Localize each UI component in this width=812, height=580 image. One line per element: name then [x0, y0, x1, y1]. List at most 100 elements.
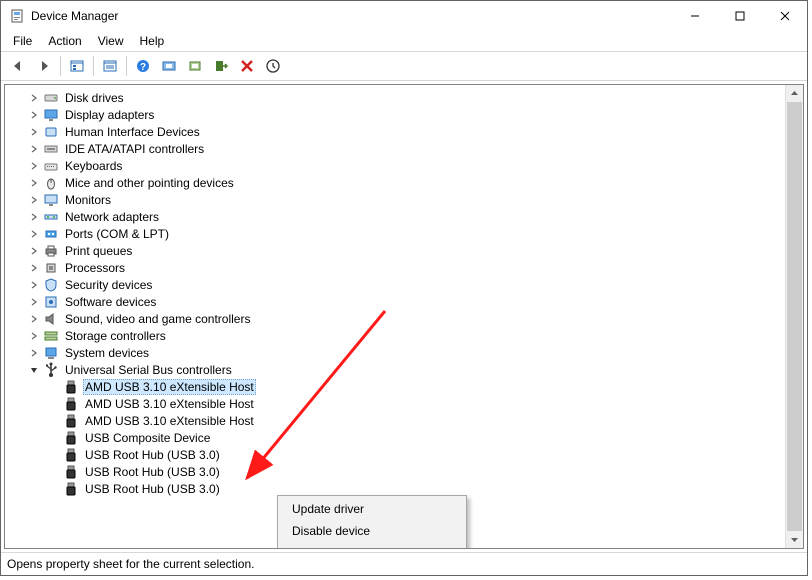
disable-device-button[interactable] [209, 54, 233, 78]
tree-node[interactable]: System devices [5, 344, 785, 361]
menu-action[interactable]: Action [40, 32, 89, 50]
properties-button[interactable] [98, 54, 122, 78]
titlebar: Device Manager [1, 1, 807, 31]
window-buttons [672, 1, 807, 31]
system-icon [43, 345, 59, 361]
update-driver-button[interactable] [183, 54, 207, 78]
expander-icon[interactable] [27, 227, 41, 241]
menu-file[interactable]: File [5, 32, 40, 50]
menu-view[interactable]: View [90, 32, 132, 50]
mouse-icon [43, 175, 59, 191]
ctx-uninstall-device[interactable]: Uninstall device [280, 542, 464, 549]
help-button[interactable]: ? [131, 54, 155, 78]
expander-icon[interactable] [27, 244, 41, 258]
tree-node-label: AMD USB 3.10 eXtensible Host [83, 379, 256, 395]
tree-node-label: AMD USB 3.10 eXtensible Host [83, 397, 256, 411]
forward-button[interactable] [32, 54, 56, 78]
expander-icon[interactable] [27, 295, 41, 309]
expander-icon[interactable] [27, 91, 41, 105]
minimize-button[interactable] [672, 1, 717, 31]
tree-node-label: Universal Serial Bus controllers [63, 363, 234, 377]
tree-node[interactable]: Processors [5, 259, 785, 276]
tree-node-label: USB Root Hub (USB 3.0) [83, 465, 222, 479]
expander-spacer [47, 397, 61, 411]
tree-node-label: Processors [63, 261, 127, 275]
tree-node[interactable]: Mice and other pointing devices [5, 174, 785, 191]
usb-device-icon [63, 413, 79, 429]
tree-node[interactable]: Print queues [5, 242, 785, 259]
security-icon [43, 277, 59, 293]
ctx-disable-device[interactable]: Disable device [280, 520, 464, 542]
maximize-button[interactable] [717, 1, 762, 31]
network-icon [43, 209, 59, 225]
tree-node-usb-child[interactable]: AMD USB 3.10 eXtensible Host [5, 395, 785, 412]
scroll-down-button[interactable] [786, 531, 803, 548]
tree-node[interactable]: Sound, video and game controllers [5, 310, 785, 327]
expander-spacer [47, 482, 61, 496]
statusbar: Opens property sheet for the current sel… [1, 552, 807, 575]
tree-node-label: USB Root Hub (USB 3.0) [83, 448, 222, 462]
back-button[interactable] [6, 54, 30, 78]
app-icon [9, 8, 25, 24]
tree-node-label: System devices [63, 346, 151, 360]
tree-node-label: Human Interface Devices [63, 125, 202, 139]
context-menu: Update driver Disable device Uninstall d… [277, 495, 467, 549]
device-manager-window: Device Manager File Action View Help ? D… [0, 0, 808, 576]
show-hide-tree-button[interactable] [65, 54, 89, 78]
menu-help[interactable]: Help [132, 32, 173, 50]
tree-node-usb-child[interactable]: AMD USB 3.10 eXtensible Host [5, 412, 785, 429]
tree-node[interactable]: Security devices [5, 276, 785, 293]
tree-node[interactable]: Keyboards [5, 157, 785, 174]
tree-node-label: Mice and other pointing devices [63, 176, 236, 190]
expander-icon[interactable] [27, 193, 41, 207]
tree-node-usb-child[interactable]: USB Root Hub (USB 3.0) [5, 463, 785, 480]
scan-hardware-button[interactable] [157, 54, 181, 78]
tree-node[interactable]: Display adapters [5, 106, 785, 123]
expander-icon[interactable] [27, 346, 41, 360]
tree-node-label: USB Composite Device [83, 431, 212, 445]
uninstall-device-button[interactable] [235, 54, 259, 78]
tree-node[interactable]: Human Interface Devices [5, 123, 785, 140]
device-tree[interactable]: Disk drives Display adapters Human Interfa… [5, 85, 785, 548]
status-text: Opens property sheet for the current sel… [7, 557, 254, 571]
expander-icon[interactable] [27, 329, 41, 343]
usb-device-icon [63, 464, 79, 480]
vertical-scrollbar[interactable] [785, 85, 803, 548]
toolbar-separator [126, 56, 127, 76]
tree-node[interactable]: Network adapters [5, 208, 785, 225]
expander-icon[interactable] [27, 159, 41, 173]
expander-icon[interactable] [27, 108, 41, 122]
tree-node[interactable]: IDE ATA/ATAPI controllers [5, 140, 785, 157]
tree-node-usb-child[interactable]: USB Root Hub (USB 3.0) [5, 446, 785, 463]
expander-icon[interactable] [27, 363, 41, 377]
expander-icon[interactable] [27, 261, 41, 275]
expander-icon[interactable] [27, 210, 41, 224]
tree-node-label: Keyboards [63, 159, 124, 173]
scroll-thumb[interactable] [787, 102, 802, 531]
tree-node-usb-child[interactable]: USB Composite Device [5, 429, 785, 446]
tree-node-label: Network adapters [63, 210, 161, 224]
expander-icon[interactable] [27, 312, 41, 326]
enable-device-button[interactable] [261, 54, 285, 78]
expander-icon[interactable] [27, 278, 41, 292]
tree-node[interactable]: Monitors [5, 191, 785, 208]
usb-device-icon [63, 379, 79, 395]
tree-node[interactable]: Disk drives [5, 89, 785, 106]
usb-device-icon [63, 447, 79, 463]
tree-node-label: Display adapters [63, 108, 156, 122]
tree-node-usb[interactable]: Universal Serial Bus controllers [5, 361, 785, 378]
expander-icon[interactable] [27, 125, 41, 139]
menubar: File Action View Help [1, 31, 807, 51]
scroll-up-button[interactable] [786, 85, 803, 102]
tree-node[interactable]: Storage controllers [5, 327, 785, 344]
expander-icon[interactable] [27, 142, 41, 156]
expander-icon[interactable] [27, 176, 41, 190]
close-button[interactable] [762, 1, 807, 31]
ide-icon [43, 141, 59, 157]
tree-node[interactable]: Software devices [5, 293, 785, 310]
ctx-update-driver[interactable]: Update driver [280, 498, 464, 520]
disk-icon [43, 90, 59, 106]
hid-icon [43, 124, 59, 140]
tree-node-usb-child[interactable]: AMD USB 3.10 eXtensible Host [5, 378, 785, 395]
tree-node[interactable]: Ports (COM & LPT) [5, 225, 785, 242]
